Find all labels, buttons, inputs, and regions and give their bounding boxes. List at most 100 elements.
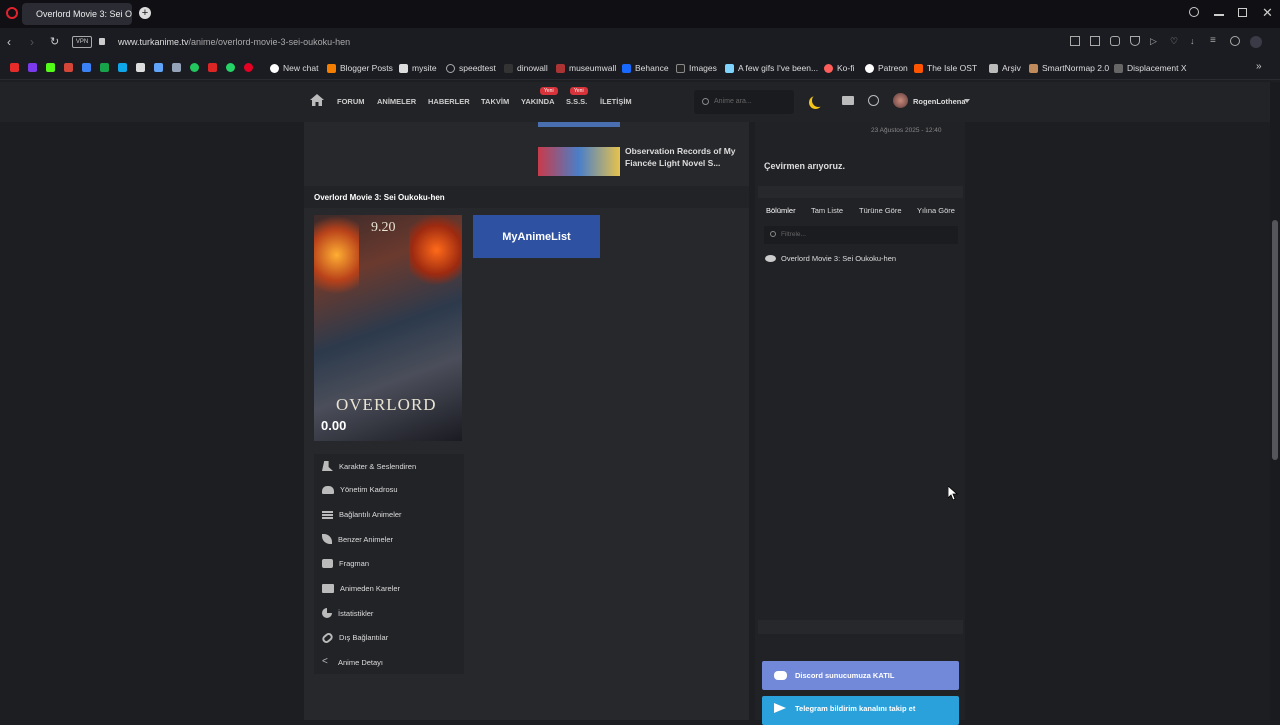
share-icon: < — [322, 656, 328, 667]
menu-icon[interactable]: ≡ — [1210, 36, 1220, 46]
search-tabs-icon[interactable] — [1189, 7, 1199, 17]
bookmarks-overflow-icon[interactable]: » — [1256, 61, 1262, 72]
soundcloud-icon — [914, 63, 923, 73]
bookmark-app-icon[interactable] — [190, 63, 199, 72]
nav-yakinda[interactable]: YAKINDA — [521, 97, 554, 106]
bookmark-app-icon[interactable] — [172, 63, 181, 72]
bookmark-kofi[interactable]: Ko-fi — [824, 63, 854, 73]
nav-haberler[interactable]: HABERLER — [428, 97, 470, 106]
avatar[interactable] — [893, 93, 908, 108]
bookmark-dinowall[interactable]: dinowall — [504, 63, 548, 73]
nav-iletisim[interactable]: İLETİŞİM — [600, 97, 632, 106]
myanimelist-button[interactable]: MyAnimeList — [473, 215, 600, 258]
bookmark-museumwall[interactable]: museumwall — [556, 63, 616, 73]
anime-poster[interactable]: 9.20 OVERLORD 0.00 — [314, 215, 462, 441]
search-input[interactable]: Anime ara... — [694, 90, 794, 114]
moon-icon[interactable] — [812, 94, 825, 107]
menu-item-label: Animeden Kareler — [340, 584, 401, 593]
discord-button[interactable]: Discord sunucumuza KATIL — [762, 661, 959, 690]
episode-item[interactable]: Overlord Movie 3: Sei Oukoku-hen — [765, 254, 896, 263]
nav-sss[interactable]: S.S.S. — [566, 97, 587, 106]
url-field[interactable]: www.turkanime.tv/anime/overlord-movie-3-… — [118, 37, 350, 47]
bookmark-app-icon[interactable] — [82, 63, 91, 72]
nav-takvim[interactable]: TAKVİM — [481, 97, 509, 106]
nav-forum[interactable]: FORUM — [337, 97, 365, 106]
lock-icon[interactable] — [99, 38, 105, 45]
profile-icon[interactable] — [1230, 36, 1240, 46]
telegram-button[interactable]: Telegram bildirim kanalını takip et — [762, 696, 959, 725]
news-headline[interactable]: Observation Records of My Fiancée Light … — [625, 145, 736, 169]
play-icon[interactable]: ▷ — [1150, 36, 1160, 46]
reload-icon[interactable]: ↻ — [50, 35, 59, 48]
globe-icon[interactable] — [868, 95, 879, 106]
url-domain: www.turkanime.tv — [118, 37, 189, 47]
whatsapp-icon[interactable] — [226, 63, 235, 72]
scrollbar-thumb[interactable] — [1272, 220, 1278, 460]
edit-icon[interactable] — [1090, 36, 1100, 46]
bookmark-app-icon[interactable] — [136, 63, 145, 72]
chevron-down-icon[interactable] — [964, 99, 970, 103]
reader-icon[interactable] — [1070, 36, 1080, 46]
menu-item-similar[interactable]: Benzer Animeler — [322, 534, 393, 544]
news-thumbnail-top[interactable] — [538, 122, 620, 127]
new-tab-icon[interactable]: + — [139, 7, 151, 19]
bookmark-app-icon[interactable] — [28, 63, 37, 72]
camera-icon[interactable] — [1110, 36, 1120, 46]
username[interactable]: RogenLothena — [913, 97, 966, 106]
bookmark-arsiv[interactable]: Arşiv — [989, 63, 1021, 73]
minimize-icon[interactable] — [1214, 14, 1224, 16]
download-icon[interactable]: ↓ — [1190, 36, 1200, 46]
bookmark-behance[interactable]: Behance — [622, 63, 669, 73]
menu-item-related[interactable]: Bağlantılı Animeler — [322, 510, 402, 519]
poster-logo: OVERLORD — [336, 395, 437, 414]
menu-item-statistics[interactable]: İstatistikler — [322, 608, 373, 618]
kick-icon[interactable] — [46, 63, 55, 72]
page-icon — [1029, 63, 1038, 73]
menu-item-details[interactable]: < Anime Detayı — [322, 657, 383, 667]
sidebar-divider — [758, 620, 963, 634]
home-icon[interactable] — [310, 94, 324, 106]
mail-icon[interactable] — [842, 96, 854, 105]
tab-by-year[interactable]: Yılına Göre — [917, 206, 955, 215]
bookmark-app-icon[interactable] — [208, 63, 217, 72]
bookmark-isle-ost[interactable]: The Isle OST — [914, 63, 977, 73]
vpn-button[interactable]: VPN — [72, 36, 92, 48]
bookmark-blogger-posts[interactable]: Blogger Posts — [327, 63, 393, 73]
bookmark-app-icon[interactable] — [100, 63, 109, 72]
bookmark-app-icon[interactable] — [154, 63, 163, 72]
bookmark-gifs[interactable]: A few gifs I've been... — [725, 63, 818, 73]
news-thumbnail[interactable] — [538, 147, 620, 176]
menu-item-label: Bağlantılı Animeler — [339, 510, 402, 519]
filter-input[interactable]: Filtrele... — [764, 226, 958, 244]
menu-item-staff[interactable]: Yönetim Kadrosu — [322, 485, 398, 494]
youtube-icon[interactable] — [10, 63, 19, 72]
bookmark-displacement[interactable]: Displacement X — [1114, 63, 1187, 73]
tab-full-list[interactable]: Tam Liste — [811, 206, 843, 215]
opera-logo-icon[interactable] — [6, 7, 18, 19]
bookmark-speedtest[interactable]: speedtest — [446, 63, 496, 73]
tab-episodes[interactable]: Bölümler — [766, 206, 796, 215]
bookmark-mysite[interactable]: mysite — [399, 63, 437, 73]
bookmark-new-chat[interactable]: New chat — [270, 63, 318, 73]
nav-animeler[interactable]: ANİMELER — [377, 97, 416, 106]
extensions-icon[interactable] — [1250, 36, 1262, 48]
heart-icon[interactable]: ♡ — [1170, 36, 1180, 46]
bookmark-label: Behance — [635, 63, 669, 73]
shield-icon[interactable] — [1130, 36, 1140, 46]
bookmark-smartnormap[interactable]: SmartNormap 2.0 — [1029, 63, 1109, 73]
menu-item-external-links[interactable]: Dış Bağlantılar — [320, 630, 388, 645]
close-icon[interactable]: ✕ — [1262, 5, 1273, 21]
tab-by-genre[interactable]: Türüne Göre — [859, 206, 902, 215]
forward-icon[interactable]: › — [30, 35, 34, 49]
browser-tab[interactable]: Overlord Movie 3: Sei Oukoku-hen — [22, 3, 132, 25]
menu-item-screenshots[interactable]: Animeden Kareler — [322, 584, 400, 593]
bookmark-app-icon[interactable] — [118, 63, 127, 72]
pinterest-icon[interactable] — [244, 63, 253, 72]
menu-item-trailer[interactable]: Fragman — [322, 559, 369, 568]
back-icon[interactable]: ‹ — [7, 35, 11, 49]
bookmark-images[interactable]: Images — [676, 63, 717, 73]
bookmark-patreon[interactable]: Patreon — [865, 63, 908, 73]
maximize-icon[interactable] — [1238, 8, 1247, 17]
menu-item-characters[interactable]: Karakter & Seslendiren — [322, 461, 416, 471]
gmail-icon[interactable] — [64, 63, 73, 72]
